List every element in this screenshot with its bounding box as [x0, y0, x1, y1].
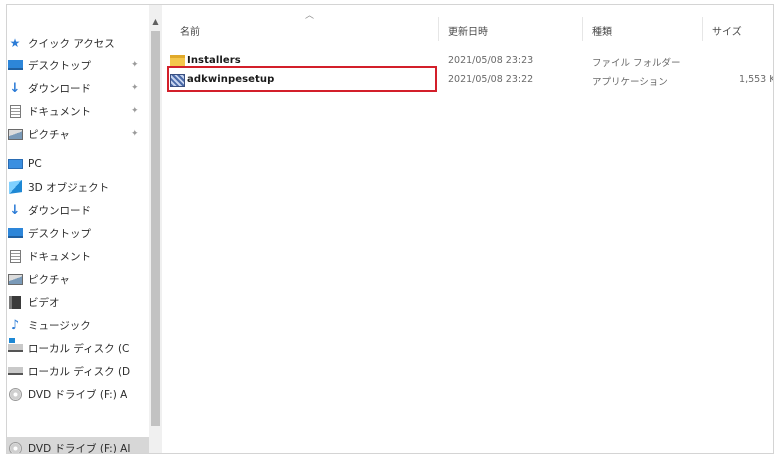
dvd-icon [7, 387, 23, 401]
download-arrow-icon: ↓ [9, 202, 21, 218]
nav-quick-downloads[interactable]: ↓ ダウンロード ✦ [7, 77, 149, 99]
pin-icon: ✦ [131, 83, 139, 93]
file-list-pane: 名前 ︿ 更新日時 種類 サイズ Installers 2021/05/08 2… [162, 5, 773, 453]
nav-pc-music[interactable]: ♪ ミュージック [7, 314, 149, 336]
pin-icon: ✦ [131, 129, 139, 139]
column-divider[interactable] [582, 17, 583, 41]
pin-icon: ✦ [131, 60, 139, 70]
scroll-up-arrow-icon[interactable]: ▲ [151, 17, 160, 26]
navigation-pane: ★ クイック アクセス デスクトップ ✦ ↓ ダウンロード ✦ ドキュメント ✦… [7, 5, 162, 453]
nav-pc-downloads[interactable]: ↓ ダウンロード [7, 199, 149, 221]
document-icon [7, 104, 23, 118]
nav-pc-documents[interactable]: ドキュメント [7, 245, 149, 267]
nav-pc-videos[interactable]: ビデオ [7, 291, 149, 313]
column-header-date[interactable]: 更新日時 [448, 23, 488, 39]
nav-quick-documents[interactable]: ドキュメント ✦ [7, 100, 149, 122]
file-date: 2021/05/08 23:23 [448, 55, 534, 66]
file-name: Installers [187, 55, 241, 66]
nav-dvd-drive-f[interactable]: DVD ドライブ (F:) A [7, 383, 149, 405]
music-icon: ♪ [10, 317, 20, 333]
nav-pc[interactable]: PC [7, 153, 149, 175]
pictures-icon [7, 127, 23, 141]
navigation-scrollbar[interactable]: ▲ [149, 5, 162, 453]
column-header-type[interactable]: 種類 [592, 23, 612, 39]
download-arrow-icon: ↓ [9, 80, 21, 96]
desktop-icon [7, 226, 23, 240]
dvd-icon [7, 441, 23, 453]
file-row-adkwinpesetup[interactable]: adkwinpesetup 2021/05/08 23:22 アプリケーション … [162, 72, 773, 90]
file-row-installers[interactable]: Installers 2021/05/08 23:23 ファイル フォルダー [162, 53, 773, 71]
video-icon [7, 295, 23, 309]
star-icon: ★ [9, 36, 21, 50]
file-size: 1,553 KB [739, 74, 773, 85]
document-icon [7, 249, 23, 263]
pin-icon: ✦ [131, 106, 139, 116]
nav-quick-desktop[interactable]: デスクトップ ✦ [7, 54, 149, 76]
file-name: adkwinpesetup [187, 74, 275, 85]
scrollbar-thumb[interactable] [151, 31, 160, 426]
pc-icon [7, 157, 23, 171]
nav-dvd-drive-f-selected[interactable]: DVD ドライブ (F:) AI [7, 437, 149, 453]
nav-pc-pictures[interactable]: ピクチャ [7, 268, 149, 290]
3d-objects-icon [7, 180, 23, 194]
nav-pc-3d-objects[interactable]: 3D オブジェクト [7, 176, 149, 198]
setup-app-icon [170, 74, 185, 87]
file-type: アプリケーション [592, 77, 668, 88]
column-header-size[interactable]: サイズ [712, 23, 742, 39]
windows-drive-icon [7, 338, 23, 355]
nav-local-disk-c[interactable]: ローカル ディスク (C [7, 337, 149, 359]
nav-quick-access[interactable]: ★ クイック アクセス [7, 32, 149, 54]
file-date: 2021/05/08 23:22 [448, 74, 534, 85]
pictures-icon [7, 272, 23, 286]
sort-ascending-icon: ︿ [305, 11, 315, 21]
column-divider[interactable] [702, 17, 703, 41]
file-type: ファイル フォルダー [592, 58, 681, 69]
nav-quick-pictures[interactable]: ピクチャ ✦ [7, 123, 149, 145]
desktop-icon [7, 58, 23, 72]
column-divider[interactable] [438, 17, 439, 41]
column-header-name[interactable]: 名前 [180, 23, 200, 39]
nav-local-disk-d[interactable]: ローカル ディスク (D [7, 360, 149, 382]
folder-icon [170, 55, 185, 68]
nav-pc-desktop[interactable]: デスクトップ [7, 222, 149, 244]
drive-icon [7, 364, 23, 378]
file-explorer-window: ★ クイック アクセス デスクトップ ✦ ↓ ダウンロード ✦ ドキュメント ✦… [6, 4, 774, 454]
